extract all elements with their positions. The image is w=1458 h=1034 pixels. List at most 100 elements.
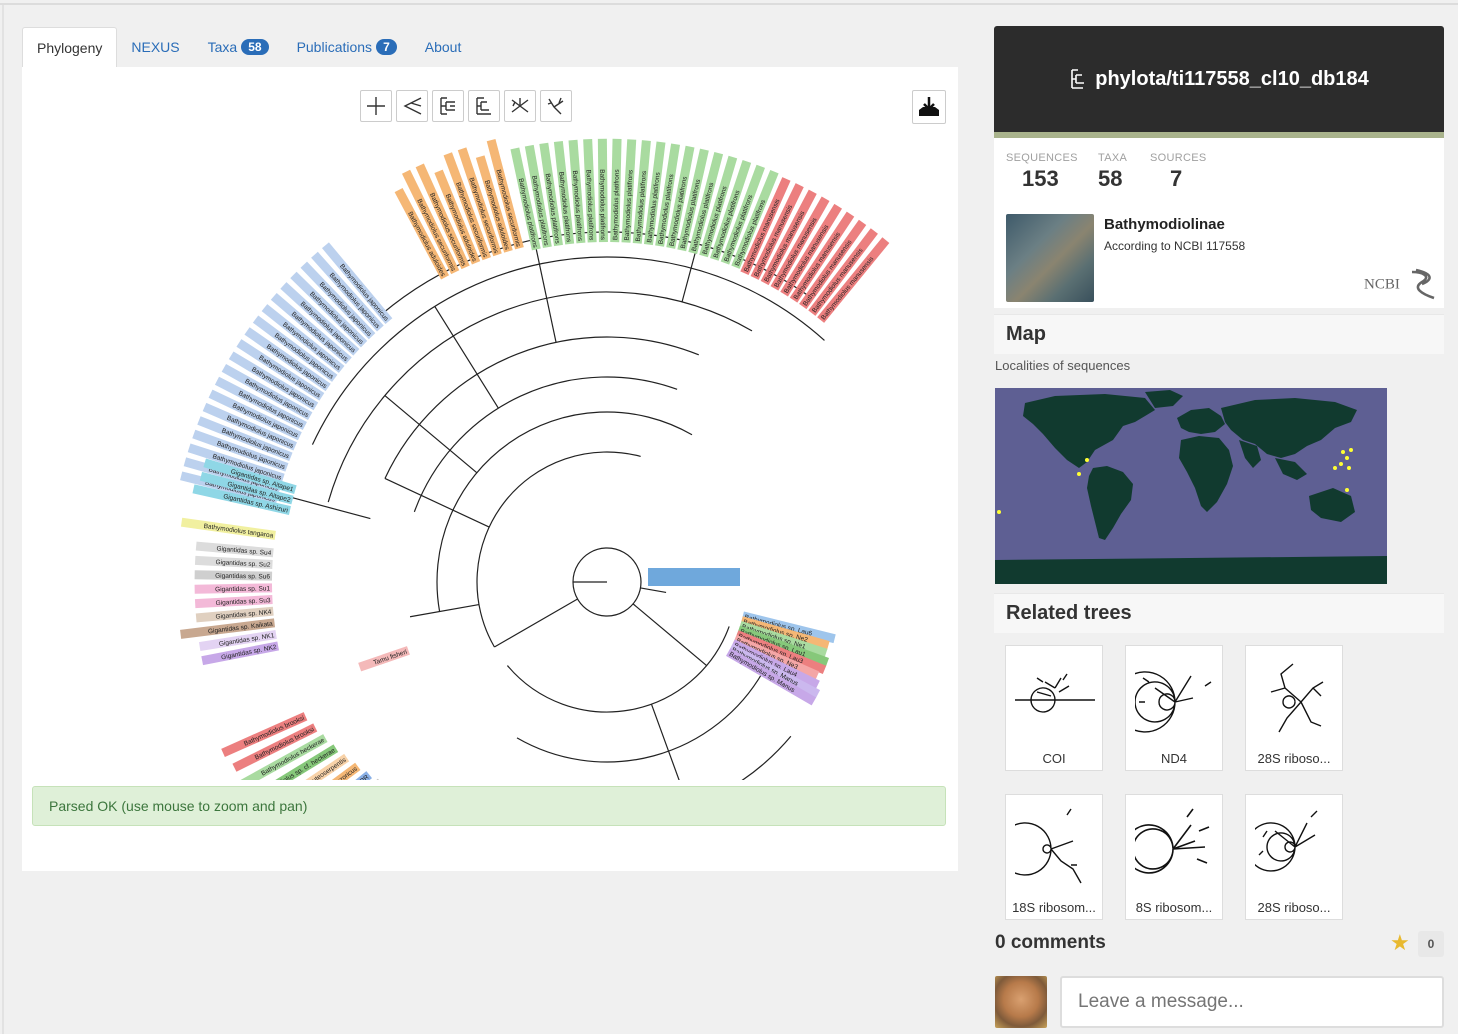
related-tree-card[interactable]: 28S riboso...: [1245, 794, 1343, 920]
taxon-thumbnail[interactable]: [1006, 214, 1094, 302]
tab-label: About: [424, 39, 462, 55]
phylogram-icon[interactable]: [432, 90, 464, 122]
cladogram-icon[interactable]: [468, 90, 500, 122]
tree-title: phylota/ti117558_cl10_db184: [1095, 67, 1369, 90]
stat-sources: SOURCES 7: [1150, 152, 1207, 192]
tree-branch: [434, 306, 499, 409]
ncbi-logo[interactable]: NCBI: [1364, 268, 1438, 302]
leaf-label: Gigantidas sp. Su4: [195, 541, 274, 558]
tree-branch: [632, 603, 707, 667]
tree-branch: [384, 395, 478, 474]
tree-thumbnail: [1135, 808, 1210, 874]
map-subtitle: Localities of sequences: [995, 358, 1131, 373]
leaf-label: Bathymodiolus platifrons: [583, 139, 597, 243]
related-tree-card[interactable]: ND4: [1125, 645, 1223, 771]
tree-icon: [1071, 69, 1085, 89]
locality-points: [997, 448, 1353, 514]
star-icon[interactable]: ★: [1390, 930, 1410, 956]
leaf-label: Tamu fisheri: [358, 646, 410, 672]
tab-about[interactable]: About: [411, 27, 476, 67]
leaf-label: Gigantidas sp. Su1: [194, 583, 273, 594]
collapsed-clade: [648, 568, 740, 586]
stat-sequences: SEQUENCES 153: [1006, 152, 1078, 192]
related-tree-card[interactable]: COI: [1005, 645, 1103, 771]
svg-text:Bathymodiolus brooksi: Bathymodiolus brooksi: [243, 715, 306, 748]
radial-tree-icon[interactable]: [504, 90, 536, 122]
leaf-label: Bathymodiolus tangaroa: [180, 517, 276, 540]
tree-branch: [640, 587, 667, 594]
star-count-badge: 0: [1418, 931, 1444, 957]
tab-bar: Phylogeny NEXUS Taxa 58 Publications 7 Abo…: [22, 27, 475, 67]
leaf-label: Gigantidas sp. Su6: [194, 570, 273, 581]
unrooted-tree-icon[interactable]: [540, 90, 572, 122]
slanted-tree-icon[interactable]: [396, 90, 428, 122]
related-tree-card[interactable]: 28S riboso...: [1245, 645, 1343, 771]
leaf-label: Bathymodiolus platifrons: [597, 138, 608, 243]
svg-text:Bathymodiolus platifrons: Bathymodiolus platifrons: [612, 168, 621, 240]
related-tree-label: 8S ribosom...: [1135, 900, 1213, 915]
world-map: [995, 390, 1387, 584]
related-tree-label: ND4: [1160, 751, 1187, 766]
tree-drawing: Bathymodiolus aduloidesBathymodiolus sec…: [180, 138, 890, 780]
svg-text:Bathymodiolus platifrons: Bathymodiolus platifrons: [598, 169, 606, 241]
tree-branch: [384, 477, 490, 528]
related-tree-card[interactable]: 8S ribosom...: [1125, 794, 1223, 920]
taxon-source: According to NCBI 117558: [1104, 239, 1246, 253]
tree-title-header: phylota/ti117558_cl10_db184: [994, 26, 1444, 132]
svg-text:Gigantidas sp. Su4: Gigantidas sp. Su4: [216, 545, 272, 557]
tree-branch-arc: [741, 735, 792, 780]
related-tree-label: 18S ribosom...: [1012, 900, 1096, 915]
top-border: [0, 3, 1458, 5]
svg-text:Gigantidas sp. Su1: Gigantidas sp. Su1: [215, 585, 270, 593]
svg-text:Tamu fisheri: Tamu fisheri: [373, 649, 408, 667]
tab-publications[interactable]: Publications 7: [283, 27, 411, 67]
tree-thumbnail: [1015, 673, 1095, 713]
avatar: [995, 976, 1047, 1028]
comment-input[interactable]: [1060, 976, 1444, 1028]
svg-text:Gigantidas sp. Su2: Gigantidas sp. Su2: [215, 559, 271, 569]
leaf-label: Bathymodiolus platifrons: [610, 138, 622, 243]
svg-text:Gigantidas sp. Su6: Gigantidas sp. Su6: [215, 573, 270, 581]
download-icon: [919, 97, 939, 116]
stat-label: SOURCES: [1150, 152, 1207, 164]
related-tree-label: 28S riboso...: [1257, 900, 1331, 915]
download-button[interactable]: [912, 90, 946, 124]
svg-text:Gigantidas sp. NK2: Gigantidas sp. NK2: [221, 644, 278, 662]
tree-thumbnail: [1135, 671, 1212, 733]
tree-thumbnail: [1015, 808, 1082, 884]
comments-count-title: 0 comments: [995, 932, 1106, 953]
tree-branch-arc: [384, 336, 700, 479]
tab-nexus[interactable]: NEXUS: [117, 27, 193, 67]
tab-phylogeny[interactable]: Phylogeny: [22, 27, 118, 67]
tree-branch-arc: [413, 376, 678, 513]
sequence-locality-map[interactable]: [995, 388, 1387, 584]
stat-value: 58: [1098, 166, 1123, 191]
tab-label: NEXUS: [131, 39, 180, 55]
tree-branch: [650, 703, 680, 780]
tree-canvas[interactable]: Bathymodiolus aduloides Bathymodiolus sec…: [32, 90, 947, 780]
svg-text:Gigantidas sp. Su3: Gigantidas sp. Su3: [215, 597, 271, 607]
stat-taxa: TAXA 58: [1098, 152, 1127, 192]
related-tree-label: COI: [1042, 751, 1066, 766]
taxon-name[interactable]: Bathymodiolinae: [1104, 216, 1225, 233]
count-badge: 7: [376, 39, 397, 55]
related-tree-label: 28S riboso...: [1257, 751, 1331, 766]
tree-branch-arc: [516, 671, 764, 763]
svg-text:Gigantidas sp. NK4: Gigantidas sp. NK4: [215, 609, 272, 621]
tree-thumbnail: [1270, 663, 1324, 733]
left-border: [2, 5, 4, 1034]
map-section-title: Map: [994, 314, 1444, 354]
tab-label: Taxa: [207, 39, 238, 55]
count-badge: 58: [241, 39, 269, 55]
rectangular-tree-icon[interactable]: [360, 90, 392, 122]
related-tree-card[interactable]: 18S ribosom...: [1005, 794, 1103, 920]
tab-label: Phylogeny: [37, 39, 103, 56]
stat-label: TAXA: [1098, 152, 1128, 164]
tree-thumbnail: [1255, 810, 1318, 872]
tree-branch: [409, 603, 480, 618]
status-message: Parsed OK (use mouse to zoom and pan): [32, 786, 946, 826]
svg-text:Bathymodiolus tangaroa: Bathymodiolus tangaroa: [203, 523, 274, 540]
tab-taxa[interactable]: Taxa 58: [194, 27, 283, 67]
leaf-label: Bathymodiolus platifrons: [621, 139, 637, 243]
leaf-label: Gigantidas sp. Su2: [194, 555, 273, 569]
